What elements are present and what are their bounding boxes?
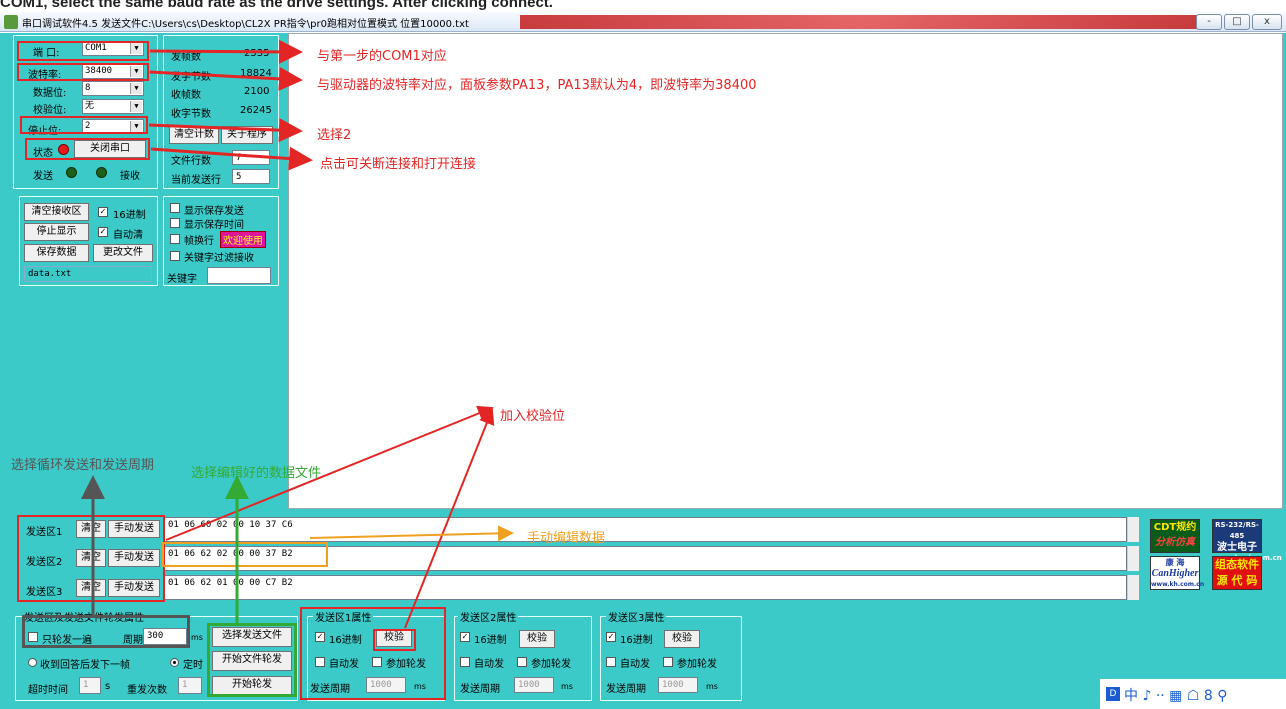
annotation-close-port: 点击可关断连接和打开连接 (320, 157, 477, 172)
arrow-check-2 (404, 408, 495, 629)
annotation-file: 选择编辑好的数据文件 (191, 466, 322, 481)
annotation-check: 加入校验位 (500, 409, 566, 424)
ime-tray: D 中 ♪ ·· ▦ ☖ 8 ⚲ (1100, 679, 1286, 709)
annotation-stopbits: 选择2 (317, 128, 352, 143)
ime-toolbar[interactable]: 中 ♪ ·· ▦ ☖ 8 ⚲ (1124, 685, 1227, 705)
arrow-manual-edit (309, 525, 514, 542)
arrow-port (149, 39, 303, 64)
arrow-close-port (150, 146, 313, 171)
annotation-cycle: 选择循环发送和发送周期 (11, 458, 155, 473)
ime-logo-icon[interactable]: D (1106, 687, 1120, 701)
arrow-stopbits (148, 118, 303, 143)
annotation-arrows (81, 39, 514, 629)
annotation-manual-edit: 手动编辑数据 (527, 531, 606, 546)
arrow-baud (149, 66, 303, 91)
annotation-baud: 与驱动器的波特率对应，面板参数PA13，PA13默认为4，即波特率为38400 (317, 78, 757, 93)
annotation-port: 与第一步的COM1对应 (317, 49, 447, 64)
